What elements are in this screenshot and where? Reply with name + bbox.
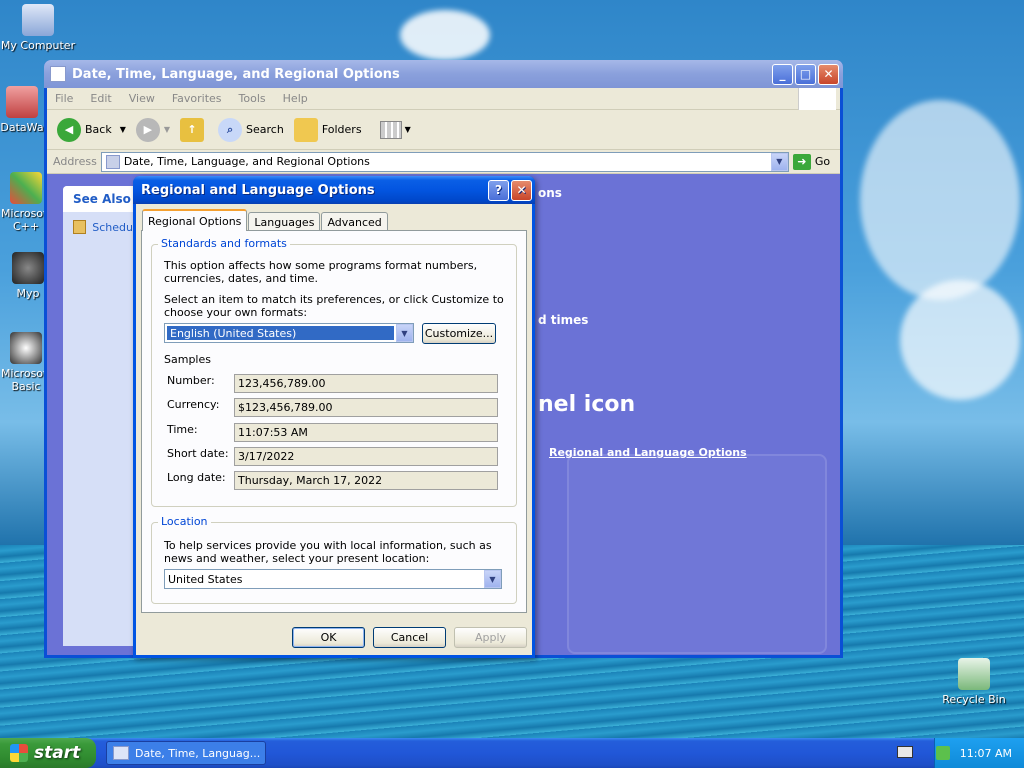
keyboard-icon[interactable] — [897, 746, 913, 758]
category-heading: ons — [538, 186, 562, 200]
views-icon — [379, 120, 402, 139]
search-button[interactable]: ⌕ Search — [218, 117, 284, 142]
network-icon[interactable] — [935, 746, 950, 760]
taskbar: start Date, Time, Languag... 11:07 AM — [0, 738, 1024, 768]
location-group: Location To help services provide you wi… — [151, 515, 517, 604]
folder-up-icon: ↑ — [180, 117, 205, 142]
views-button[interactable]: ▼ — [379, 120, 411, 139]
my-computer-icon[interactable]: My Computer — [0, 4, 76, 52]
samples-label: Samples — [164, 353, 211, 366]
currency-sample: $123,456,789.00 — [234, 398, 498, 417]
long-date-sample: Thursday, March 17, 2022 — [234, 471, 498, 490]
see-also-heading: See Also — [63, 186, 143, 212]
menu-file[interactable]: File — [55, 92, 73, 105]
clock[interactable]: 11:07 AM — [960, 747, 1012, 760]
go-button[interactable]: ➜ Go — [792, 153, 830, 170]
search-icon: ⌕ — [218, 117, 243, 142]
close-button[interactable]: ✕ — [818, 63, 839, 85]
standards-formats-group: Standards and formats This option affect… — [151, 237, 517, 507]
maximize-button[interactable]: □ — [795, 63, 816, 85]
folders-icon — [293, 117, 318, 142]
see-also-panel: See Also Schedu — [63, 186, 143, 646]
scheduled-tasks-icon — [73, 220, 87, 234]
ok-button[interactable]: OK — [292, 627, 365, 648]
control-panel-icon — [105, 154, 120, 169]
windows-logo-icon — [798, 87, 836, 110]
address-bar: Address Date, Time, Language, and Region… — [47, 150, 840, 174]
menubar: File Edit View Favorites Tools Help — [47, 87, 840, 110]
task-link[interactable]: d times — [538, 313, 588, 327]
regional-language-dialog: Regional and Language Options ? ✕ Region… — [133, 176, 535, 658]
dialog-title: Regional and Language Options — [141, 182, 375, 198]
format-select[interactable]: English (United States) ▼ — [164, 323, 414, 343]
scheduled-tasks-link[interactable]: Schedu — [63, 212, 143, 242]
start-button[interactable]: start — [0, 738, 96, 768]
time-label: Time: — [167, 423, 198, 436]
pick-control-panel-heading: nel icon — [538, 392, 636, 417]
address-dropdown-button[interactable]: ▼ — [770, 152, 788, 171]
short-date-label: Short date: — [167, 447, 229, 460]
recycle-bin-icon[interactable]: Recycle Bin — [936, 658, 1012, 706]
toolbar: ◀ Back ▼ ▶ ▼ ↑ ⌕ Search Folders ▼ — [47, 110, 840, 150]
standards-description: This option affects how some programs fo… — [164, 259, 478, 285]
folders-button[interactable]: Folders — [293, 117, 362, 142]
location-description: To help services provide you with local … — [164, 539, 492, 565]
tab-languages[interactable]: Languages — [248, 212, 321, 231]
time-sample: 11:07:53 AM — [234, 423, 498, 442]
number-sample: 123,456,789.00 — [234, 374, 498, 393]
cancel-button[interactable]: Cancel — [373, 627, 446, 648]
control-panel-icon — [113, 746, 129, 760]
apply-button[interactable]: Apply — [454, 627, 527, 648]
menu-edit[interactable]: Edit — [90, 92, 111, 105]
dialog-titlebar[interactable]: Regional and Language Options ? ✕ — [133, 176, 535, 204]
windows-flag-icon — [10, 744, 28, 762]
menu-tools[interactable]: Tools — [239, 92, 266, 105]
tab-advanced[interactable]: Advanced — [321, 212, 388, 231]
forward-dropdown-icon[interactable]: ▼ — [164, 125, 170, 134]
customize-button[interactable]: Customize... — [422, 323, 496, 344]
format-dropdown-icon[interactable]: ▼ — [396, 324, 413, 342]
back-button[interactable]: ◀ Back ▼ — [57, 117, 126, 142]
short-date-sample: 3/17/2022 — [234, 447, 498, 466]
go-arrow-icon: ➜ — [792, 153, 811, 170]
up-button[interactable]: ↑ — [180, 117, 208, 142]
address-input[interactable]: Date, Time, Language, and Regional Optio… — [100, 151, 789, 172]
taskbar-item-explorer[interactable]: Date, Time, Languag... — [106, 741, 266, 765]
dialog-close-button[interactable]: ✕ — [511, 179, 532, 201]
system-tray: 11:07 AM — [934, 738, 1024, 768]
menu-favorites[interactable]: Favorites — [172, 92, 222, 105]
long-date-label: Long date: — [167, 471, 226, 484]
select-format-description: Select an item to match its preferences,… — [164, 293, 504, 319]
forward-button[interactable]: ▶ ▼ — [135, 117, 170, 142]
menu-help[interactable]: Help — [283, 92, 308, 105]
forward-arrow-icon: ▶ — [135, 117, 160, 142]
views-dropdown-icon: ▼ — [404, 125, 411, 134]
location-select[interactable]: United States ▼ — [164, 569, 502, 589]
help-button[interactable]: ? — [488, 179, 509, 201]
regional-options-page: Standards and formats This option affect… — [141, 230, 527, 613]
explorer-title: Date, Time, Language, and Regional Optio… — [72, 66, 400, 82]
tab-regional-options[interactable]: Regional Options — [142, 209, 248, 231]
control-panel-icon — [50, 66, 66, 82]
back-arrow-icon: ◀ — [57, 117, 81, 142]
number-label: Number: — [167, 374, 215, 387]
dialog-tabs: Regional Options Languages Advanced — [142, 209, 389, 231]
menu-view[interactable]: View — [129, 92, 155, 105]
back-dropdown-icon[interactable]: ▼ — [120, 125, 126, 134]
watermark-icon — [567, 454, 827, 654]
location-dropdown-icon[interactable]: ▼ — [484, 570, 501, 588]
currency-label: Currency: — [167, 398, 220, 411]
explorer-titlebar[interactable]: Date, Time, Language, and Regional Optio… — [44, 60, 843, 88]
minimize-button[interactable]: _ — [772, 63, 793, 85]
